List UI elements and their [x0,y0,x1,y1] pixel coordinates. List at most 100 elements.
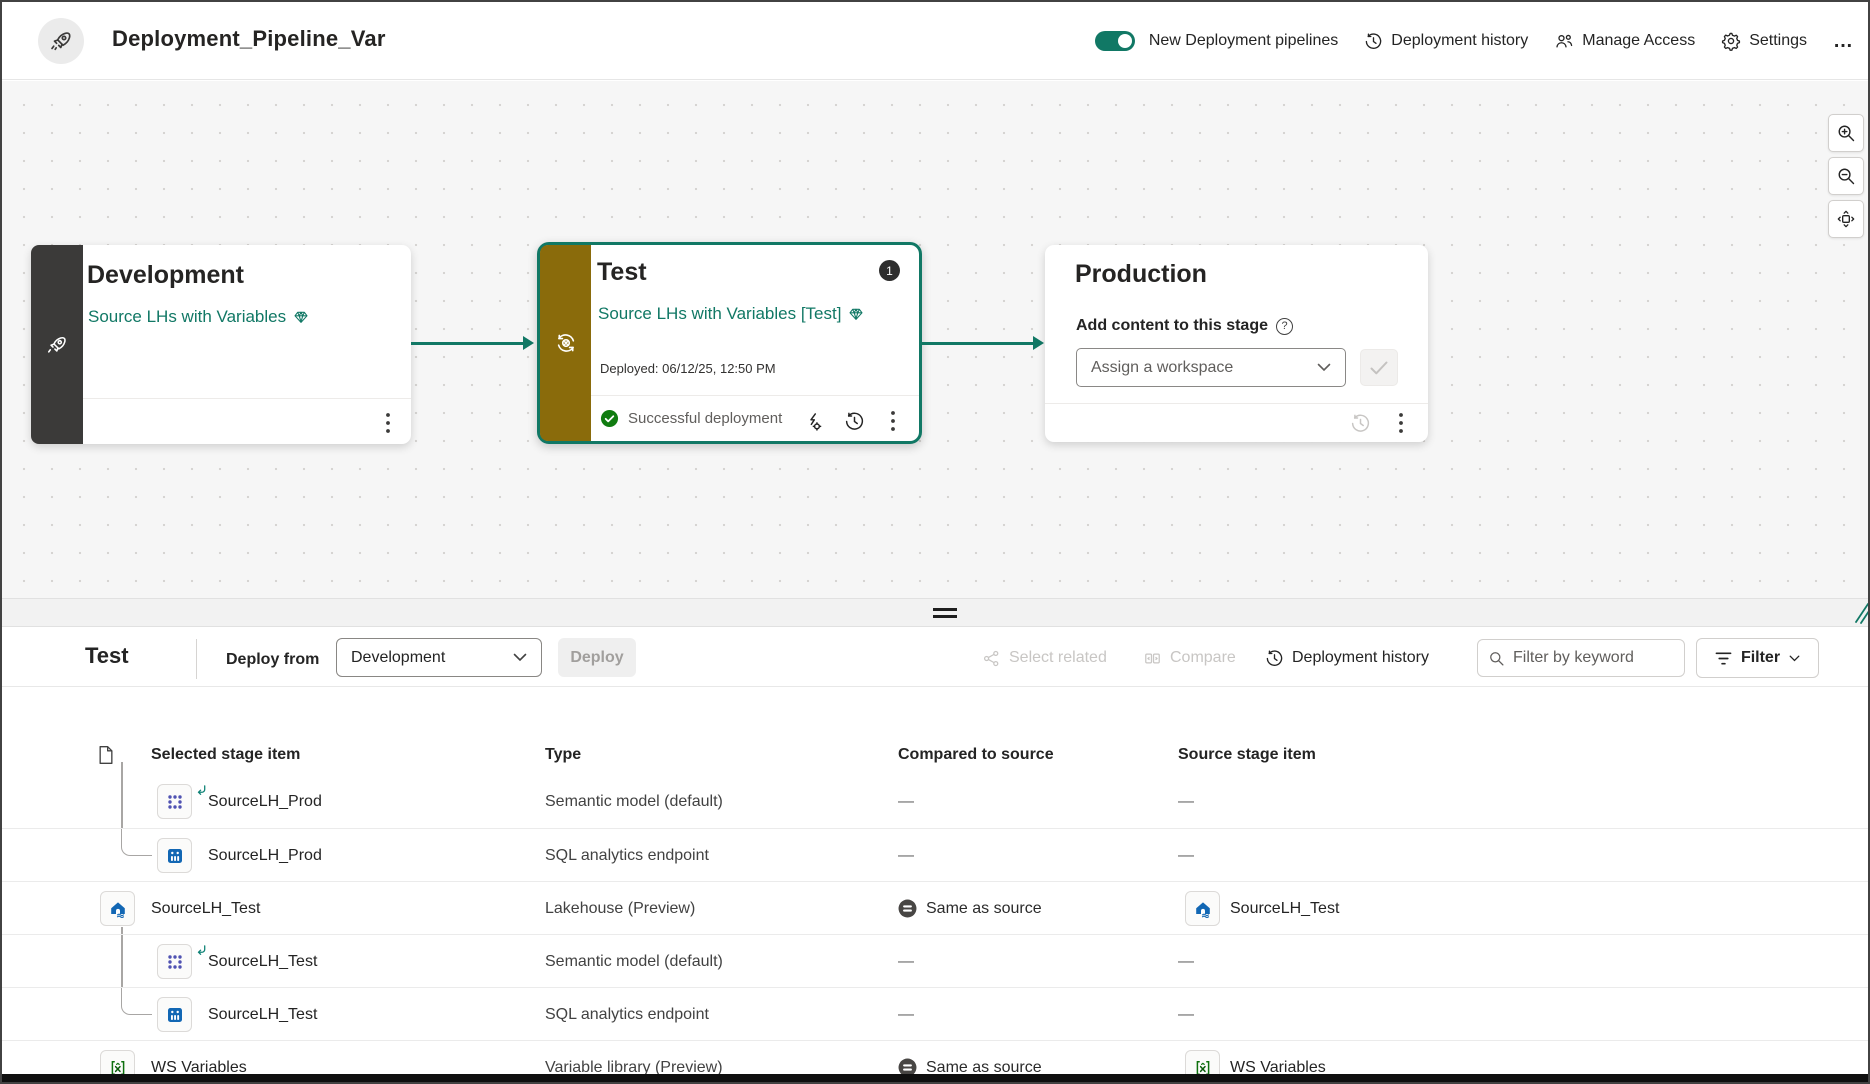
splitter-drag-handle[interactable] [933,608,957,622]
filter-button[interactable]: Filter [1696,638,1819,678]
search-input[interactable] [1513,649,1663,667]
diamond-icon [294,311,308,323]
kebab-icon [1399,413,1403,433]
history-icon [1351,414,1370,432]
stage-history-button[interactable] [844,411,865,437]
panel-splitter [2,598,1868,627]
semantic-model-icon [157,944,192,979]
arrow-dev-to-test [411,342,524,345]
deployment-history-button[interactable]: Deployment history [1265,627,1429,689]
table-row[interactable]: SourceLH_Test Semantic model (default) —… [2,934,1868,987]
toolbar-divider [2,686,1868,687]
fit-to-screen-icon [1837,210,1855,228]
window-bottom-edge [2,1074,1868,1082]
deploy-from-dropdown[interactable]: Development [336,638,542,677]
development-strip [31,245,83,444]
add-content-label: Add content to this stage ? [1076,317,1293,335]
select-related-button[interactable]: Select related [982,627,1107,689]
tree-line [121,775,123,828]
new-pipelines-toggle[interactable] [1094,31,1135,51]
card-divider [1045,403,1428,404]
tree-elbow [121,988,152,1015]
file-icon [99,746,113,764]
app-header: Deployment_Pipeline_Var New Deployment p… [2,2,1868,80]
table-row[interactable]: WS Variables Variable library (Preview) … [2,1040,1868,1074]
assign-workspace-dropdown[interactable]: Assign a workspace [1076,348,1346,387]
derived-item-icon [196,782,207,800]
variable-library-icon [1185,1050,1220,1074]
zoom-out-button[interactable] [1828,157,1864,195]
page-title: Deployment_Pipeline_Var [112,26,386,51]
stage-card-production[interactable]: Production Add content to this stage ? A… [1045,245,1428,442]
stage-card-development[interactable]: Development Source LHs with Variables [31,245,411,444]
stage-content-panel: Test Deploy from Development Deploy Sele… [2,627,1868,1082]
manage-access-button[interactable]: Manage Access [1554,31,1695,51]
table-row[interactable]: SourceLH_Prod SQL analytics endpoint — — [2,828,1868,881]
development-kebab-menu[interactable] [385,411,391,440]
history-icon [1266,649,1283,666]
select-related-icon [983,650,999,666]
deployment-pipeline-app: Deployment_Pipeline_Var New Deployment p… [0,0,1870,1084]
people-icon [1556,34,1573,48]
splitter-resize-icon[interactable] [1852,602,1868,629]
semantic-model-icon [157,784,192,819]
stage-title: Test [597,258,647,286]
rocket-icon [51,32,71,51]
tree-line [121,935,123,987]
stage-card-test[interactable]: Test 1 Source LHs with Variables [Test] … [537,242,922,444]
workspace-link[interactable]: Source LHs with Variables [Test] [598,304,864,324]
chevron-down-icon [1317,363,1331,371]
pipeline-rocket-avatar [38,18,84,64]
sql-endpoint-icon [157,997,192,1032]
chevron-down-icon [513,653,527,661]
table-body: SourceLH_Prod Semantic model (default) —… [2,775,1868,1074]
table-row[interactable]: SourceLH_Test SQL analytics endpoint — — [2,987,1868,1040]
search-icon [1490,651,1504,666]
production-kebab-menu[interactable] [1398,411,1404,440]
deployment-rules-icon [810,413,822,431]
fit-to-screen-button[interactable] [1828,200,1864,238]
deployment-status: Successful deployment [600,409,782,428]
kebab-icon [891,411,895,431]
new-pipelines-toggle-label: New Deployment pipelines [1148,32,1339,49]
table-header: Selected stage item Type Compared to sou… [2,735,1868,775]
table-row[interactable]: SourceLH_Prod Semantic model (default) —… [2,775,1868,828]
col-compared-to-source: Compared to source [898,746,1054,763]
compare-icon [1145,653,1160,663]
zoom-out-icon [1838,168,1855,185]
test-kebab-menu[interactable] [890,409,896,438]
deployment-history-button[interactable]: Deployment history [1364,32,1528,51]
workspace-link[interactable]: Source LHs with Variables [88,307,309,327]
history-icon [845,412,864,430]
deploy-from-label: Deploy from [226,651,320,668]
same-as-source-icon [898,1058,917,1074]
panel-stage-title: Test [85,643,129,668]
pipeline-canvas: Development Source LHs with Variables Te… [2,81,1868,598]
arrow-head [523,336,534,350]
filter-keyword-search[interactable] [1477,639,1685,677]
arrow-head [1033,336,1044,350]
settings-button[interactable]: Settings [1721,31,1807,51]
kebab-icon [386,413,390,433]
help-icon[interactable]: ? [1276,317,1293,335]
more-icon[interactable]: … [1833,30,1854,53]
sql-endpoint-icon [157,838,192,873]
variable-library-icon [100,1050,135,1074]
zoom-in-button[interactable] [1828,114,1864,152]
production-history-button-disabled [1350,413,1371,439]
compare-button[interactable]: Compare [1143,627,1236,689]
diamond-icon [849,308,864,320]
test-strip [540,245,591,441]
gear-icon [1722,32,1741,51]
assign-confirm-button[interactable] [1360,349,1398,386]
col-source-stage-item: Source stage item [1178,746,1316,763]
arrow-test-to-prod [922,342,1034,345]
zoom-in-icon [1838,125,1855,142]
table-row[interactable]: SourceLH_Test Lakehouse (Preview) Same a… [2,881,1868,934]
lakehouse-icon [1185,891,1220,926]
divider [196,639,197,679]
derived-item-icon [196,942,207,960]
deploy-button[interactable]: Deploy [558,638,636,677]
deployment-rules-button[interactable] [802,411,824,438]
card-divider [591,395,919,396]
